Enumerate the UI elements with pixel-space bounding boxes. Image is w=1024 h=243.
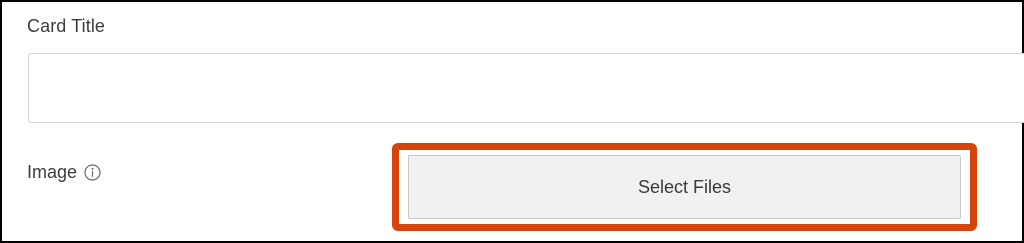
image-label-row: Image — [27, 159, 101, 185]
card-title-input[interactable] — [28, 53, 1024, 123]
select-files-button[interactable]: Select Files — [408, 155, 961, 219]
info-icon[interactable] — [84, 163, 101, 181]
card-title-label: Card Title — [27, 16, 106, 36]
form-panel: Card Title Image Select Files — [0, 0, 1024, 243]
image-label: Image — [27, 162, 78, 182]
